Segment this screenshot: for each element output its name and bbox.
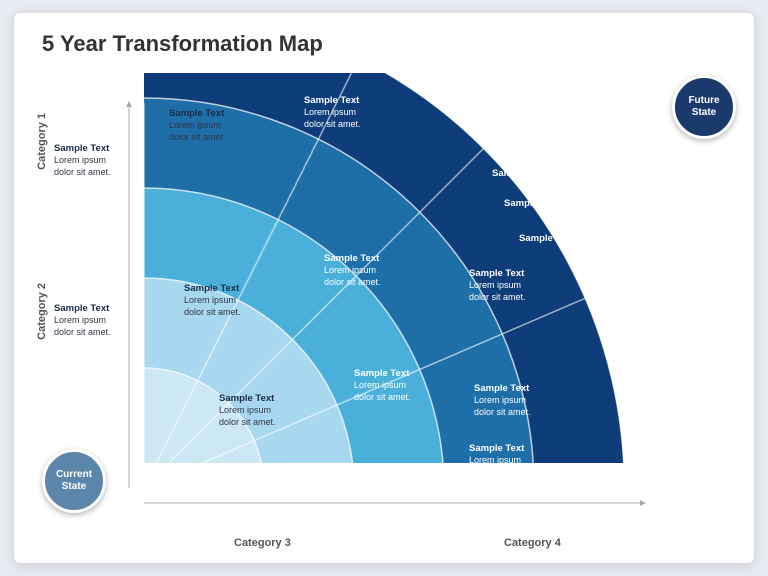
- seg-c2-r2: Sample Text Lorem ipsumdolor sit amet.: [184, 283, 241, 319]
- seg-c2-r1: Sample Text Lorem ipsumdolor sit amet.: [54, 303, 111, 339]
- seg-c2-r3: Sample Text Lorem ipsumdolor sit amet.: [324, 253, 381, 289]
- seg-c12-r4a: Sample Text: [492, 168, 547, 180]
- seg-c3-r2: Sample Text Lorem ipsumdolor sit amet.: [219, 393, 276, 429]
- seg-c4-r4: Sample Text Lorem ipsumdolor sit amet.: [469, 443, 526, 479]
- page-title: 5 Year Transformation Map: [42, 31, 323, 57]
- category2-label: Category 2: [36, 283, 48, 340]
- seg-c12-r4c: Sample Text: [519, 233, 574, 245]
- seg-c1-r4c: Text: [544, 128, 563, 140]
- diagram-svg: [14, 73, 754, 553]
- current-state-circle: Current State: [42, 449, 106, 513]
- seg-c3-r4: Sample Text Lorem ipsumdolor sit amet.: [474, 383, 531, 419]
- category3-label: Category 3: [234, 537, 291, 549]
- seg-c1-r4b: Text: [544, 105, 563, 117]
- seg-c1-r4d: Text: [544, 146, 563, 158]
- seg-c2-r4: Sample Text Lorem ipsumdolor sit amet.: [469, 268, 526, 304]
- future-state-circle: Future State: [672, 75, 736, 139]
- seg-c3-r3: Sample Text Lorem ipsumdolor sit amet.: [354, 368, 411, 404]
- seg-c1-r1: Sample Text Lorem ipsumdolor sit amet.: [54, 143, 111, 179]
- category1-label: Category 1: [36, 113, 48, 170]
- seg-c1-r4a: Sample Text: [444, 91, 499, 103]
- seg-c12-r4b: Sample Text: [504, 198, 559, 210]
- seg-c1-r2: Sample Text Lorem ipsumdolor sit amet.: [169, 108, 226, 144]
- slide: 5 Year Transformation Map: [14, 13, 754, 563]
- seg-c1-r3: Sample Text Lorem ipsumdolor sit amet.: [304, 95, 361, 131]
- category4-label: Category 4: [504, 537, 561, 549]
